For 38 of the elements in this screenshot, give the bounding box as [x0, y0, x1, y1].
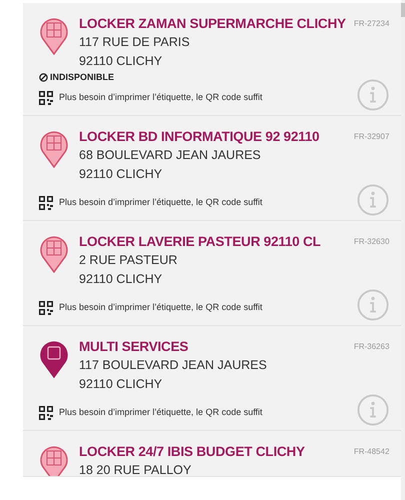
address-line: 18 20 RUE PALLOY	[79, 462, 192, 476]
relay-point-card[interactable]: MULTI SERVICES FR-36263 117 BOULEVARD JEAN JAURES 92110 CLICHY Plus besoin d’imprimer l’étiquette, le QR code suffit	[23, 326, 402, 430]
relay-point-card[interactable]: LOCKER 24/7 IBIS BUDGET CLICHY FR-48542 18 20 RUE PALLOY	[23, 430, 402, 476]
relay-point-card[interactable]: LOCKER BD INFORMATIQUE 92 92110 FR-32907 68 BOULEVARD JEAN JAURES 92110 CLICHY Plus besoin d’imprimer l’étiquette, le QR code suffit	[23, 116, 402, 220]
relay-point-name: LOCKER LAVERIE PASTEUR 92110 CL	[79, 232, 321, 250]
unavailable-label: INDISPONIBLE	[50, 71, 114, 84]
address-line: 68 BOULEVARD JEAN JAURES	[79, 146, 262, 164]
qr-code-icon	[39, 196, 53, 210]
relay-point-name: MULTI SERVICES	[79, 338, 188, 356]
qr-code-icon	[39, 90, 53, 104]
relay-point-code: FR-32630	[354, 236, 390, 248]
qr-code-note: Plus besoin d’imprimer l’étiquette, le QR code suffit	[59, 90, 262, 104]
relay-point-code: FR-36263	[354, 340, 390, 352]
address-line: 117 BOULEVARD JEAN JAURES	[79, 356, 268, 374]
address-line: 2 RUE PASTEUR	[79, 252, 178, 268]
relay-point-code: FR-27234	[354, 18, 390, 30]
unavailable-icon	[39, 73, 48, 82]
info-icon[interactable]	[357, 78, 390, 110]
qr-code-note: Plus besoin d’imprimer l’étiquette, le QR code suffit	[59, 300, 262, 314]
relay-point-code: FR-48542	[354, 446, 390, 458]
qr-code-icon	[39, 406, 53, 420]
address-line: 92110 CLICHY	[79, 376, 164, 392]
address-line: 117 RUE DE PARIS	[79, 34, 191, 51]
relay-point-card[interactable]: LOCKER ZAMAN SUPERMARCHE CLICHY FR-27234 117 RUE DE PARIS 92110 CLICHY INDISPONIBLE Plus besoin d’imprimer l’étiquette, le QR code suffit	[23, 3, 402, 116]
relay-point-code: FR-32907	[354, 130, 390, 142]
qr-code-icon	[39, 300, 53, 314]
relay-point-name: LOCKER 24/7 IBIS BUDGET CLICHY	[79, 442, 305, 460]
relay-point-name: LOCKER BD INFORMATIQUE 92 92110	[79, 128, 320, 146]
address-line: 92110 CLICHY	[79, 270, 164, 288]
relay-point-name: LOCKER ZAMAN SUPERMARCHE CLICHY	[79, 15, 346, 33]
info-icon[interactable]	[357, 184, 390, 216]
qr-code-note: Plus besoin d’imprimer l’étiquette, le QR code suffit	[59, 406, 262, 419]
address-line: 92110 CLICHY	[79, 53, 164, 70]
info-icon[interactable]	[357, 288, 390, 320]
info-icon[interactable]	[357, 394, 390, 426]
address-line: 92110 CLICHY	[79, 166, 164, 182]
qr-code-note: Plus besoin d’imprimer l’étiquette, le QR code suffit	[59, 196, 262, 209]
relay-point-card[interactable]: LOCKER LAVERIE PASTEUR 92110 CL FR-32630 2 RUE PASTEUR 92110 CLICHY Plus besoin d’imprimer l’étiquette, le QR code suffit	[23, 220, 402, 326]
